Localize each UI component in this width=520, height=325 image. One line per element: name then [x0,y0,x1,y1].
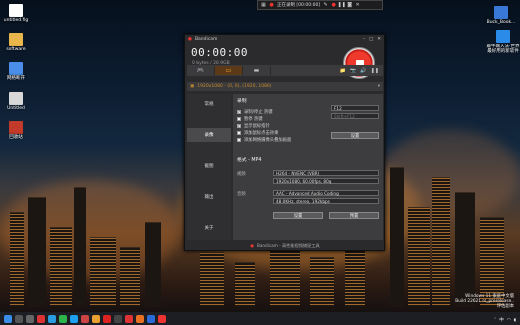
checkbox[interactable] [237,116,241,121]
checkbox[interactable] [237,130,241,135]
bandicam-icon: ● [269,2,274,8]
document-icon [9,92,23,105]
settings-sidebar: 常规 录像 截图 输出 关于 [187,94,231,240]
wps-icon[interactable] [125,314,133,323]
maximize-icon[interactable]: □ [369,37,373,42]
checkbox[interactable]: ✓ [237,123,241,128]
folder-icon [9,33,23,46]
titlebar: ● Bandicam – □ ✕ [185,35,384,43]
windows-watermark: Windows 11 家庭中文版 Build 22621 rs_prerelea… [455,294,514,309]
bandicam-taskbar-icon[interactable] [158,314,166,323]
app-icon[interactable] [136,314,144,323]
close-icon[interactable]: ✕ [377,37,381,42]
video-codec-field: H264 - NVENC (VBR) [273,170,379,176]
recycle-bin-icon [9,121,23,134]
folder-icon[interactable]: 📁 [340,68,346,74]
tab-game-mode[interactable]: 🎮 [187,66,215,75]
settings-content: 录制 ✓ 录制/停止 热键 暂停 热键 ✓ 显示鼠标指针 添加鼠标点击效果 添加网络… [233,94,383,240]
document-icon [494,6,508,19]
footer-bar: ● Bandicam - 高性能视频捕捉工具 [187,241,383,250]
wifi-icon[interactable]: ◠ [507,318,511,323]
format-section-title: 格式 - MP4 [237,158,262,163]
app-icon [496,30,510,43]
desktop-icon-untitled[interactable]: Untitled [1,92,31,111]
desktop-icon-input-app[interactable]: 最牛输入法·世界最好用的新软件 [486,30,520,54]
recording-overlay-bar[interactable]: ▦ ● 正在录制 [00:00:00] ✎ ● ❚❚ ◙ ✕ [257,0,383,10]
checkbox[interactable]: ✓ [237,109,241,114]
figma-file-icon [9,4,23,17]
audio-codec-field: AAC - Advanced Audio Coding [273,190,379,196]
network-folder-icon [9,62,23,75]
netease-icon[interactable] [103,314,111,323]
qq-icon[interactable] [70,314,78,323]
monitor-icon: ▣ [190,84,195,89]
presets-button[interactable]: 预置 [329,212,379,219]
desktop-icon-network[interactable]: 网络断开 [1,62,31,81]
app-icon[interactable] [92,314,100,323]
video-label: 视频 [237,172,246,177]
option-row[interactable]: ✓ 显示鼠标指针 [237,122,379,129]
pencil-icon[interactable]: ✎ [323,2,328,8]
window-title: Bandicam [194,36,218,42]
audio-label: 音频 [237,192,246,197]
checkbox[interactable] [237,137,241,142]
wechat-icon[interactable] [59,314,67,323]
record-section-title: 录制 [237,99,247,104]
audio-detail-field: 48.0KHz, stereo, 192kbps [273,198,379,204]
desktop-icon-recycle-bin[interactable]: 回收站 [1,121,31,140]
bandicam-logo-icon: ● [250,243,254,248]
system-tray: ˄ 中 ◠ ◖ [494,317,516,324]
sidebar-item-general[interactable]: 常规 [187,97,231,111]
settings-button[interactable]: 设置 [331,132,379,139]
camera-icon[interactable]: 📷 [350,68,356,74]
app-icon[interactable] [147,314,155,323]
taskview-icon[interactable] [26,314,34,323]
mode-toolbar: 🎮 ▭ ▬ 📁 📷 🔊 ❚❚ [187,65,383,76]
bandicam-window: ● Bandicam – □ ✕ 00:00:00 0 bytes / 20.9… [184,34,385,251]
record-timer: 00:00:00 [191,46,248,59]
video-detail-field: 1920x1080, 60.00fps, 80q [273,178,379,184]
desktop-icon-software[interactable]: software [1,33,31,52]
close-icon[interactable]: ✕ [355,2,360,8]
volume-icon[interactable]: ◖ [514,318,516,323]
hotkey-pause-field[interactable]: Shift+F12 [331,113,379,119]
sidebar-item-video[interactable]: 录像 [187,128,231,142]
chrome-icon[interactable] [37,314,45,323]
chevron-down-icon[interactable]: ▾ [378,84,380,89]
chevron-up-icon[interactable]: ˄ [494,318,496,323]
grid-icon[interactable]: ▦ [261,2,266,8]
pause-icon[interactable]: ❚❚ [337,2,345,8]
search-icon[interactable] [15,314,23,323]
format-settings-button[interactable]: 设置 [273,212,323,219]
pause-icon[interactable]: ❚❚ [371,68,379,74]
camera-icon[interactable]: ◙ [347,2,352,8]
hotkey-record-field[interactable]: F12 [331,105,379,111]
minimize-icon[interactable]: – [363,37,365,42]
source-label: 1920x1080 - (0, 0), (1920, 1080) [197,84,272,89]
ime-indicator[interactable]: 中 [499,317,504,323]
tab-device-mode[interactable]: ▬ [243,66,271,75]
source-bar[interactable]: ▣ 1920x1080 - (0, 0), (1920, 1080) ▾ [187,82,383,91]
app-icon[interactable] [114,314,122,323]
footer-text: Bandicam - 高性能视频捕捉工具 [256,242,320,248]
bandicam-logo-icon: ● [188,36,192,42]
app-icon[interactable] [81,314,89,323]
sidebar-item-about[interactable]: 关于 [187,221,231,235]
taskbar: ˄ 中 ◠ ◖ [0,312,520,325]
sidebar-item-output[interactable]: 输出 [187,190,231,204]
record-dot-icon[interactable]: ● [331,2,336,8]
sidebar-item-image[interactable]: 截图 [187,159,231,173]
desktop-icon-buck-book[interactable]: Buck_Book... [486,6,516,25]
tab-screen-mode[interactable]: ▭ [215,66,243,75]
speaker-icon[interactable]: 🔊 [360,68,366,74]
start-icon[interactable] [4,314,12,323]
overlay-title: 正在录制 [00:00:00] [277,3,321,8]
edge-icon[interactable] [48,314,56,323]
desktop-icon-untitled-fig[interactable]: untitled.fig [1,4,31,23]
